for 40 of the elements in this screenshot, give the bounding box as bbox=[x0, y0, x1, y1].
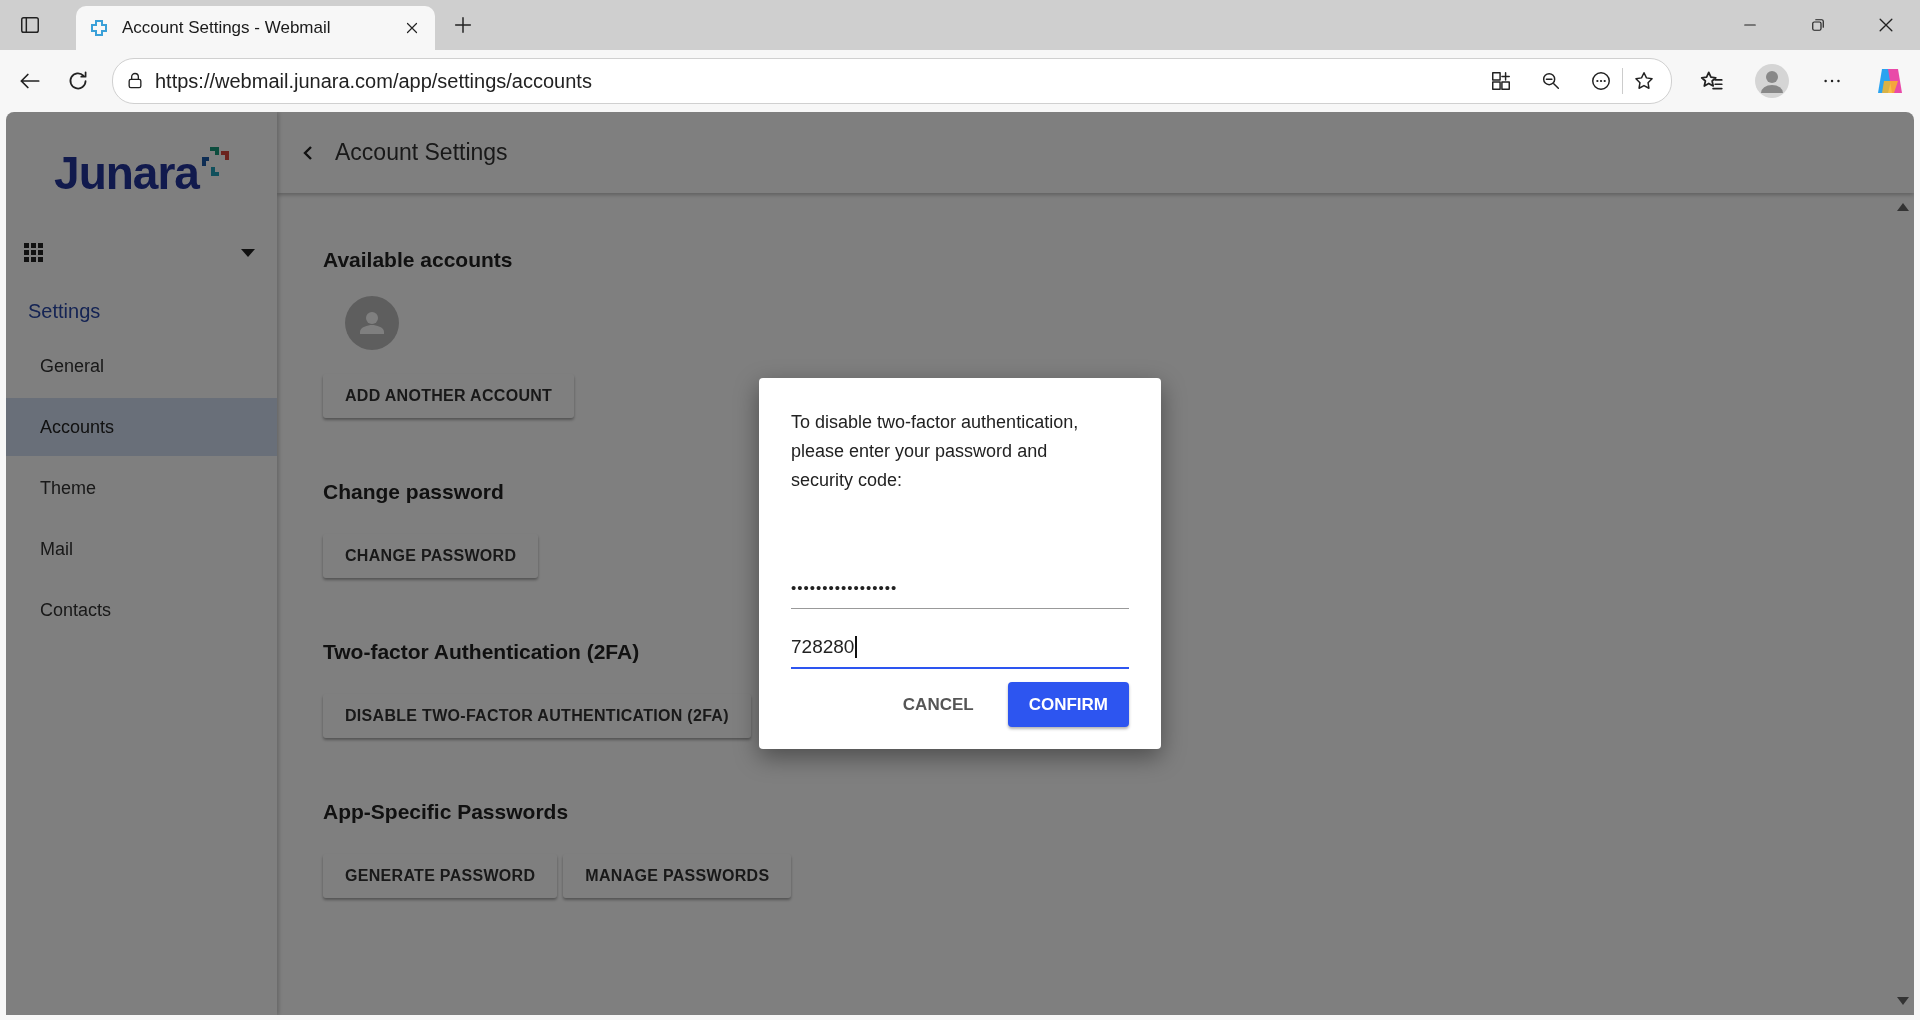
scroll-up-icon[interactable] bbox=[1897, 203, 1909, 211]
zoom-out-icon[interactable] bbox=[1540, 70, 1562, 92]
site-icon bbox=[90, 19, 108, 37]
page-title: Account Settings bbox=[335, 139, 508, 166]
avatar-icon bbox=[345, 296, 399, 350]
action-button[interactable]: DISABLE TWO-FACTOR AUTHENTICATION (2FA) bbox=[323, 694, 751, 738]
dropdown-caret-icon[interactable] bbox=[241, 249, 255, 257]
cancel-button[interactable]: CANCEL bbox=[890, 682, 986, 727]
action-button[interactable]: ADD ANOTHER ACCOUNT bbox=[323, 374, 575, 418]
apps-grid-icon[interactable] bbox=[24, 243, 44, 263]
password-field[interactable]: ••••••••••••••••• bbox=[791, 567, 1129, 609]
confirm-button[interactable]: CONFIRM bbox=[1007, 682, 1129, 727]
dialog-message: To disable two-factor authentication, please enter your password and security code: bbox=[791, 411, 1080, 492]
sidebar-item[interactable]: Theme bbox=[6, 459, 277, 517]
tab-title: Account Settings - Webmail bbox=[122, 18, 332, 38]
sidebar-item[interactable]: General bbox=[6, 337, 277, 395]
action-button[interactable]: MANAGE PASSWORDS bbox=[563, 854, 792, 898]
profile-icon[interactable] bbox=[1755, 64, 1789, 98]
sidebar-item[interactable]: Accounts bbox=[6, 398, 277, 456]
action-button[interactable]: CHANGE PASSWORD bbox=[323, 534, 539, 578]
new-tab-icon[interactable] bbox=[452, 14, 474, 36]
sidebar-item[interactable]: Mail bbox=[6, 520, 277, 578]
address-bar[interactable]: https://webmail.junara.com/app/settings/accounts bbox=[112, 58, 1672, 104]
logo-text: Junara bbox=[54, 146, 199, 200]
action-button[interactable]: GENERATE PASSWORD bbox=[323, 854, 558, 898]
code-field[interactable]: 728280 bbox=[791, 627, 1129, 669]
section-heading: App-Specific Passwords bbox=[323, 800, 569, 824]
more-icon[interactable] bbox=[1590, 70, 1612, 92]
star-icon[interactable] bbox=[1633, 70, 1655, 92]
apps-add-icon[interactable] bbox=[1490, 70, 1512, 92]
section-heading: Change password bbox=[323, 480, 504, 504]
browser-tab[interactable]: Account Settings - Webmail bbox=[76, 6, 435, 50]
back-chevron-icon[interactable] bbox=[303, 144, 313, 161]
sidebar-toggle-icon[interactable] bbox=[19, 14, 41, 36]
sidebar-section-title: Settings bbox=[27, 299, 102, 324]
logo-icon bbox=[200, 147, 229, 177]
scroll-down-icon[interactable] bbox=[1897, 997, 1909, 1005]
section-heading: Available accounts bbox=[323, 248, 513, 272]
section-heading: Two-factor Authentication (2FA) bbox=[323, 640, 640, 664]
sidebar-item[interactable]: Contacts bbox=[6, 581, 277, 639]
